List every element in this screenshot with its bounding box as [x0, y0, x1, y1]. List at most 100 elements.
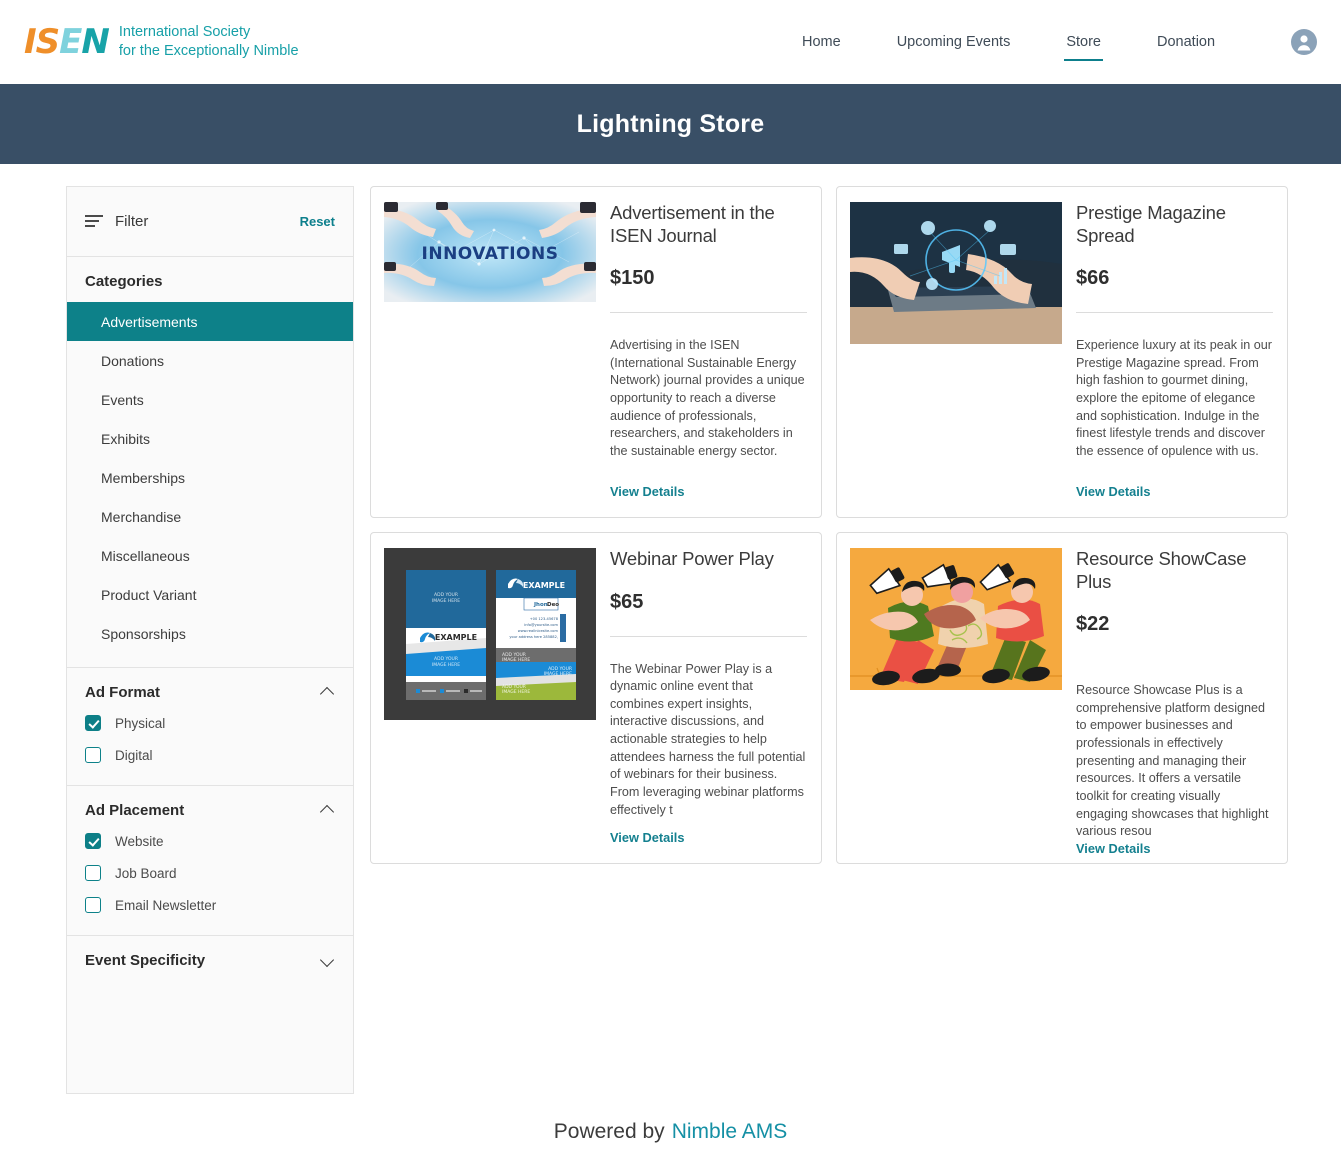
logo-letter-i: I [24, 22, 37, 62]
page-banner: Lightning Store [0, 84, 1341, 164]
category-item-merchandise[interactable]: Merchandise [67, 497, 353, 536]
product-info: Webinar Power Play $65 The Webinar Power… [596, 548, 807, 863]
category-item-events[interactable]: Events [67, 380, 353, 419]
category-item-donations[interactable]: Donations [67, 341, 353, 380]
categories-heading: Categories [67, 273, 353, 296]
brand-logo[interactable]: ISEN International Society for the Excep… [24, 23, 299, 61]
svg-text:IMAGE HERE: IMAGE HERE [544, 671, 572, 677]
product-title: Advertisement in the ISEN Journal [610, 202, 775, 246]
product-media [850, 548, 1062, 863]
brand-tagline: International Society for the Exceptiona… [119, 23, 299, 61]
filter-lines-icon [85, 214, 103, 229]
categories-heading-label: Categories [85, 273, 163, 290]
svg-text:your address here 285882,: your address here 285882, [509, 635, 558, 639]
svg-text:EXAMPLE: EXAMPLE [435, 633, 477, 642]
product-title: Resource ShowCase Plus [1076, 548, 1247, 592]
chevron-up-icon[interactable] [321, 686, 335, 700]
ad-placement-heading-label: Ad Placement [85, 802, 185, 819]
nav-item-home[interactable]: Home [800, 28, 843, 56]
checkbox-physical[interactable] [85, 715, 101, 731]
product-card[interactable]: Resource ShowCase Plus $22 Resource Show… [836, 532, 1288, 864]
event-specificity-heading[interactable]: Event Specificity [67, 952, 353, 975]
innovations-pointing-hands-image: INNOVATIONS [384, 202, 596, 302]
ad-format-option-digital[interactable]: Digital [67, 739, 353, 771]
filter-section-ad-format: Ad Format Physical Digital [67, 668, 353, 786]
divider [610, 635, 807, 637]
product-media: ADD YOUR IMAGE HERE ADD YOUR IMAGE HERE EX… [384, 548, 596, 863]
user-avatar-icon[interactable] [1291, 29, 1317, 55]
divider [1076, 312, 1273, 314]
page-title: Lightning Store [576, 109, 765, 138]
product-description: Resource Showcase Plus is a comprehensiv… [1076, 683, 1269, 839]
ad-placement-option-job-board[interactable]: Job Board [67, 857, 353, 889]
category-item-advertisements[interactable]: Advertisements [67, 302, 353, 341]
filter-section-event-specificity: Event Specificity [67, 936, 353, 1067]
svg-text:info@yoursite.com: info@yoursite.com [524, 623, 558, 627]
brand-tagline-line2: for the Exceptionally Nimble [118, 43, 299, 59]
product-info: Advertisement in the ISEN Journal $150 A… [596, 202, 807, 517]
ad-placement-label-email-newsletter: Email Newsletter [115, 897, 217, 913]
svg-text:IMAGE HERE: IMAGE HERE [502, 689, 530, 695]
category-item-exhibits[interactable]: Exhibits [67, 419, 353, 458]
reset-filters-button[interactable]: Reset [300, 214, 335, 229]
ad-placement-label-website: Website [115, 833, 164, 849]
divider [610, 312, 807, 314]
ad-placement-label-job-board: Job Board [115, 865, 177, 881]
filter-section-ad-placement: Ad Placement Website Job Board Email New… [67, 786, 353, 936]
checkbox-email-newsletter[interactable] [85, 897, 101, 913]
svg-text:www.reallnicesite.com: www.reallnicesite.com [518, 629, 559, 633]
product-title: Webinar Power Play [610, 548, 774, 569]
svg-text:+00 123-45678: +00 123-45678 [530, 617, 559, 621]
product-info: Resource ShowCase Plus $22 Resource Show… [1062, 548, 1273, 863]
view-details-link[interactable]: View Details [1076, 484, 1273, 499]
product-card[interactable]: Prestige Magazine Spread $66 Experience … [836, 186, 1288, 518]
checkbox-job-board[interactable] [85, 865, 101, 881]
svg-text:ADD YOUR: ADD YOUR [434, 656, 458, 662]
product-card[interactable]: INNOVATIONS Advertisement in the ISEN Jo… [370, 186, 822, 518]
product-info: Prestige Magazine Spread $66 Experience … [1062, 202, 1273, 517]
product-price: $22 [1076, 613, 1110, 636]
nav-item-store[interactable]: Store [1064, 28, 1103, 61]
product-card[interactable]: ADD YOUR IMAGE HERE ADD YOUR IMAGE HERE EX… [370, 532, 822, 864]
business-card-templates-image: ADD YOUR IMAGE HERE ADD YOUR IMAGE HERE EX… [384, 548, 596, 720]
ad-format-heading-label: Ad Format [85, 684, 160, 701]
filter-label: Filter [115, 213, 149, 230]
page-body: Filter Reset Categories Advertisements D… [0, 164, 1341, 1109]
category-item-memberships[interactable]: Memberships [67, 458, 353, 497]
ad-placement-heading[interactable]: Ad Placement [67, 802, 353, 825]
ad-format-label-physical: Physical [115, 715, 166, 731]
svg-text:INNOVATIONS: INNOVATIONS [422, 244, 559, 264]
ad-format-heading[interactable]: Ad Format [67, 684, 353, 707]
ad-placement-option-email-newsletter[interactable]: Email Newsletter [67, 889, 353, 921]
category-item-product-variant[interactable]: Product Variant [67, 575, 353, 614]
filter-header: Filter Reset [67, 187, 353, 257]
ad-format-label-digital: Digital [115, 747, 153, 763]
product-price: $65 [610, 590, 644, 613]
isen-logomark: ISEN [24, 22, 110, 62]
people-with-megaphones-illustration [850, 548, 1062, 690]
product-price: $66 [1076, 267, 1110, 290]
product-title: Prestige Magazine Spread [1076, 202, 1226, 246]
brand-tagline-line1: International Society [118, 23, 251, 40]
view-details-link[interactable]: View Details [610, 830, 807, 845]
nav-item-upcoming-events[interactable]: Upcoming Events [895, 28, 1013, 56]
ad-placement-option-website[interactable]: Website [67, 825, 353, 857]
footer-powered-by-label: Powered by [553, 1120, 665, 1143]
footer-brand-label[interactable]: Nimble AMS [672, 1120, 788, 1144]
chevron-up-icon[interactable] [321, 804, 335, 818]
svg-text:IMAGE HERE: IMAGE HERE [432, 662, 460, 668]
svg-text:ADD YOUR: ADD YOUR [434, 592, 458, 598]
nav-links: Home Upcoming Events Store Donation [800, 0, 1217, 84]
checkbox-website[interactable] [85, 833, 101, 849]
nav-item-donation[interactable]: Donation [1155, 28, 1217, 56]
checkbox-digital[interactable] [85, 747, 101, 763]
category-item-sponsorships[interactable]: Sponsorships [67, 614, 353, 653]
view-details-link[interactable]: View Details [610, 484, 807, 499]
category-list: Advertisements Donations Events Exhibits… [67, 302, 353, 653]
category-item-miscellaneous[interactable]: Miscellaneous [67, 536, 353, 575]
chevron-down-icon[interactable] [321, 954, 335, 968]
svg-text:IMAGE HERE: IMAGE HERE [502, 657, 530, 663]
logo-letter-e: E [59, 22, 82, 62]
ad-format-option-physical[interactable]: Physical [67, 707, 353, 739]
view-details-link[interactable]: View Details [1076, 841, 1273, 856]
